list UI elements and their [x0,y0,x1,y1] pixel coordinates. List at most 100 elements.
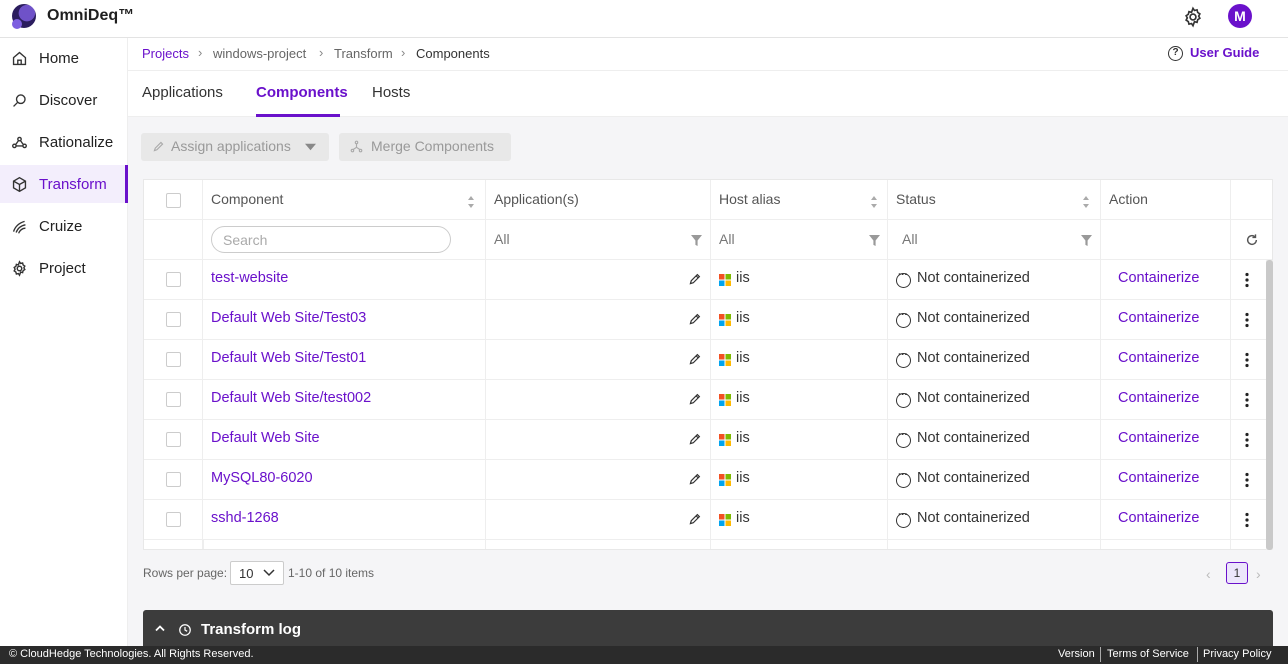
component-link[interactable]: Default Web Site/Test01 [211,350,366,366]
breadcrumb-transform[interactable]: Transform [334,46,393,61]
host-alias: iis [736,470,750,486]
select-all-checkbox[interactable] [166,193,181,208]
user-guide-link[interactable]: User Guide [1190,45,1259,60]
containerize-link[interactable]: Containerize [1118,390,1199,406]
status-pending-icon [896,469,911,488]
components-table: Component Application(s) Host alias Stat… [143,179,1273,550]
edit-pencil-icon[interactable] [688,273,701,286]
cell-applications [486,540,711,549]
tab-components[interactable]: Components [256,84,348,101]
more-options-icon[interactable] [1244,352,1250,368]
filter-applications[interactable]: All [486,220,711,260]
row-checkbox[interactable] [166,472,181,487]
component-search-input[interactable] [211,226,451,253]
row-checkbox[interactable] [166,512,181,527]
more-options-icon[interactable] [1244,472,1250,488]
next-page-button[interactable]: › [1256,566,1261,582]
filter-icon[interactable] [869,235,880,246]
row-checkbox[interactable] [166,312,181,327]
row-checkbox[interactable] [166,352,181,367]
header-host-alias[interactable]: Host alias [711,180,888,220]
row-checkbox[interactable] [166,392,181,407]
assign-applications-button[interactable]: Assign applications [141,133,329,161]
header-component[interactable]: Component [203,180,486,220]
settings-gear-icon[interactable] [1182,6,1204,28]
rows-per-page-select[interactable]: 10 [230,561,284,585]
caret-down-icon [305,143,316,151]
component-link[interactable]: Default Web Site/test002 [211,390,371,406]
cell-checkbox [144,460,203,500]
containerize-link[interactable]: Containerize [1118,430,1199,446]
filter-icon[interactable] [691,235,702,246]
row-checkbox[interactable] [166,272,181,287]
status-text: Not containerized [917,310,1030,326]
more-options-icon[interactable] [1244,272,1250,288]
containerize-link[interactable]: Containerize [1118,470,1199,486]
refresh-icon[interactable] [1245,233,1259,247]
containerize-link[interactable]: Containerize [1118,510,1199,526]
edit-pencil-icon[interactable] [688,513,701,526]
filter-icon[interactable] [1081,235,1092,246]
breadcrumb-project[interactable]: windows-project [213,46,306,61]
component-link[interactable]: Default Web Site/Test03 [211,310,366,326]
edit-pencil-icon[interactable] [688,433,701,446]
footer-link-version[interactable]: Version [1058,648,1095,660]
edit-pencil-icon[interactable] [688,473,701,486]
more-options-icon[interactable] [1244,392,1250,408]
cell-component: Default Web Site/Test01 [203,340,486,380]
sidebar-item-rationalize[interactable]: Rationalize [0,123,128,161]
tab-hosts[interactable]: Hosts [372,84,410,101]
header-label: Application(s) [494,191,579,207]
component-link[interactable]: test-website [211,270,288,286]
status-pending-icon [896,389,911,408]
sort-icon[interactable] [467,195,475,209]
component-link[interactable]: MySQL80-6020 [211,470,313,486]
footer-link-privacy[interactable]: Privacy Policy [1203,648,1271,660]
help-icon[interactable]: ? [1168,46,1183,61]
component-link[interactable]: Default Web Site [211,430,320,446]
sidebar-item-project[interactable]: Project [0,249,128,287]
breadcrumb-projects[interactable]: Projects [142,46,189,61]
edit-pencil-icon[interactable] [688,313,701,326]
filter-status[interactable]: All [888,220,1101,260]
sidebar-item-cruize[interactable]: Cruize [0,207,128,245]
footer-link-terms[interactable]: Terms of Service [1107,648,1189,660]
header-applications: Application(s) [486,180,711,220]
sort-icon[interactable] [1082,195,1090,209]
transform-log-panel[interactable]: Transform log [143,610,1273,646]
row-checkbox[interactable] [166,432,181,447]
table-scrollbar-thumb[interactable] [1266,260,1273,550]
cell-action: Containerize [1101,500,1231,540]
sidebar-item-home[interactable]: Home [0,39,128,77]
sort-icon[interactable] [870,195,878,209]
cell-status: Not containerized [888,260,1101,300]
more-options-icon[interactable] [1244,432,1250,448]
status-text: Not containerized [917,350,1030,366]
cell-component: Default Web Site/test002 [203,380,486,420]
edit-pencil-icon[interactable] [688,353,701,366]
cell-component: MySQL80-6020 [203,460,486,500]
omnideq-logo[interactable] [12,4,36,29]
cell-applications [486,260,711,300]
more-options-icon[interactable] [1244,312,1250,328]
merge-components-button[interactable]: Merge Components [339,133,511,161]
sidebar-item-transform[interactable]: Transform [0,165,128,203]
containerize-link[interactable]: Containerize [1118,270,1199,286]
cell-status: Not containerized [888,380,1101,420]
previous-page-button[interactable]: ‹ [1206,566,1211,582]
cell-action: Containerize [1101,380,1231,420]
tab-applications[interactable]: Applications [142,84,223,101]
page-number-button[interactable]: 1 [1226,562,1248,584]
sidebar-item-discover[interactable]: Discover [0,81,128,119]
containerize-link[interactable]: Containerize [1118,310,1199,326]
containerize-link[interactable]: Containerize [1118,350,1199,366]
filter-host[interactable]: All [711,220,888,260]
component-link[interactable]: sshd-1268 [211,510,279,526]
more-options-icon[interactable] [1244,512,1250,528]
discover-icon [13,93,26,107]
user-avatar[interactable]: M [1228,4,1252,28]
edit-pencil-icon[interactable] [688,393,701,406]
select-all-header [144,180,203,220]
header-status[interactable]: Status [888,180,1101,220]
chevron-up-icon[interactable] [155,624,165,632]
